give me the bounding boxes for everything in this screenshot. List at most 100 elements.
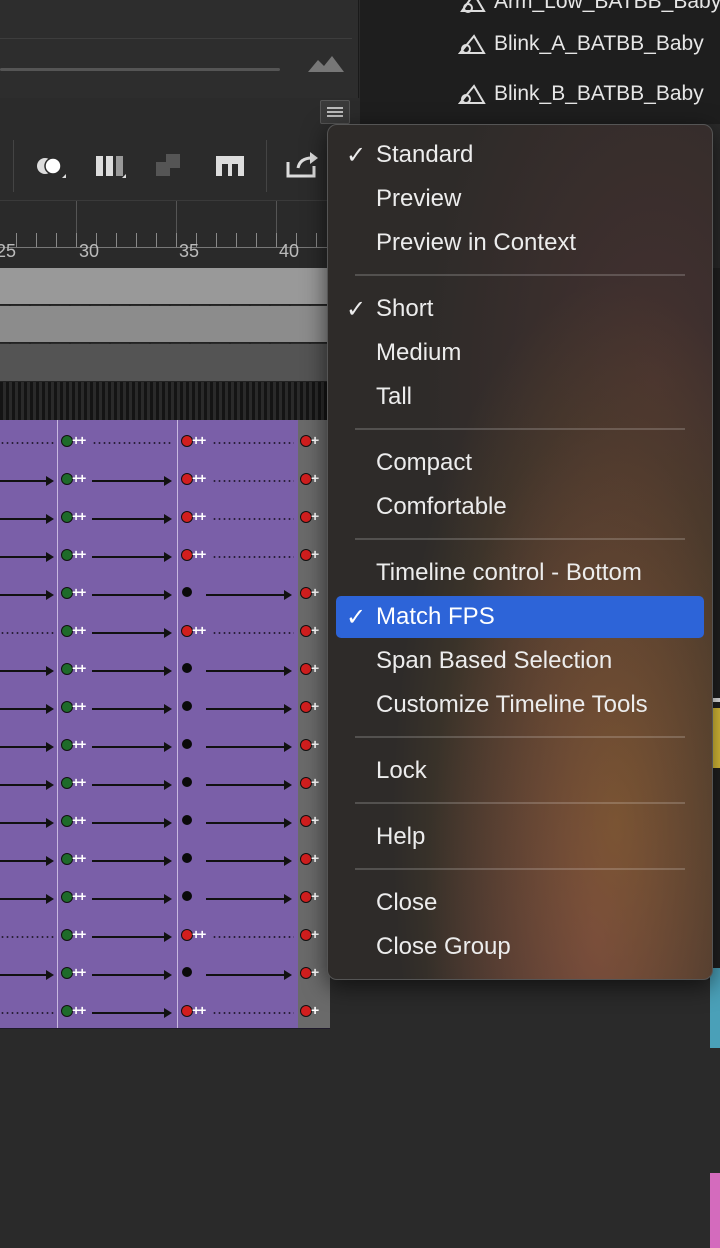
- menu-item-match-fps[interactable]: ✓ Match FPS: [336, 596, 704, 638]
- menu-item-customize-timeline-tools[interactable]: Customize Timeline Tools: [336, 684, 704, 726]
- timeline-track[interactable]: ++ +: [0, 838, 330, 877]
- frame-view-icon[interactable]: [92, 148, 128, 184]
- timeline-track[interactable]: ++ +: [0, 876, 330, 915]
- ruler-label: 40: [279, 241, 300, 261]
- onion-skin-icon[interactable]: [32, 148, 68, 184]
- tween-plus-icon: +: [311, 736, 319, 752]
- horizontal-scrollbar[interactable]: [0, 68, 280, 71]
- menu-item-label: Lock: [376, 757, 427, 784]
- menu-item-standard[interactable]: ✓ Standard: [336, 134, 704, 176]
- layer-item[interactable]: Blink_A_BATBB_Baby: [456, 28, 704, 60]
- keyframe-icon[interactable]: [182, 967, 192, 977]
- timeline-ruler[interactable]: 25 30 35 40: [0, 200, 330, 267]
- menu-item-span-based-selection[interactable]: Span Based Selection: [336, 640, 704, 682]
- tween-plus-icon: ++: [72, 546, 86, 562]
- timeline-track[interactable]: ++ ++ +: [0, 420, 330, 459]
- layer-label: Blink_A_BATBB_Baby: [494, 32, 704, 55]
- keyframe-icon[interactable]: [182, 739, 192, 749]
- menu-separator: [355, 736, 685, 738]
- keyframe-icon[interactable]: [182, 663, 192, 673]
- menu-item-label: Preview in Context: [376, 229, 577, 256]
- menu-item-preview[interactable]: Preview: [336, 178, 704, 220]
- timeline-track[interactable]: ++ ++ +: [0, 496, 330, 535]
- menu-item-short[interactable]: ✓ Short: [336, 288, 704, 330]
- menu-item-comfortable[interactable]: Comfortable: [336, 486, 704, 528]
- layer-label: Arm_Low_BATBB_Baby: [494, 0, 720, 13]
- folder-row[interactable]: [0, 268, 330, 305]
- timeline-track[interactable]: ++ +: [0, 762, 330, 801]
- timeline-track[interactable]: ++ +: [0, 800, 330, 839]
- menu-item-medium[interactable]: Medium: [336, 332, 704, 374]
- keyframe-icon[interactable]: [182, 701, 192, 711]
- tween-plus-icon: +: [311, 698, 319, 714]
- timeline-track[interactable]: ++ ++ +: [0, 610, 330, 649]
- layer-list: Arm_Low_BATBB_Baby Blink_A_BATBB_Baby Bl…: [360, 0, 720, 124]
- tween-plus-icon: ++: [192, 470, 206, 486]
- tween-plus-icon: ++: [72, 850, 86, 866]
- ruler-label: 25: [0, 241, 17, 261]
- panel-menu-button[interactable]: [320, 100, 350, 124]
- menu-item-label: Preview: [376, 185, 462, 212]
- tween-plus-icon: ++: [192, 546, 206, 562]
- export-icon[interactable]: [284, 148, 320, 184]
- tween-plus-icon: +: [311, 1002, 319, 1018]
- menu-item-preview-in-context[interactable]: Preview in Context: [336, 222, 704, 264]
- menu-item-label: Medium: [376, 339, 462, 366]
- folder-row[interactable]: [0, 306, 330, 343]
- keyframe-icon[interactable]: [182, 815, 192, 825]
- menu-item-label: Match FPS: [376, 603, 495, 630]
- ruler-label: 30: [79, 241, 100, 261]
- tween-plus-icon: +: [311, 508, 319, 524]
- tween-plus-icon: ++: [72, 584, 86, 600]
- menu-item-help[interactable]: Help: [336, 816, 704, 858]
- tween-plus-icon: +: [311, 888, 319, 904]
- layer-separator: [0, 382, 330, 420]
- menu-item-compact[interactable]: Compact: [336, 442, 704, 484]
- timeline-track[interactable]: ++ ++ +: [0, 914, 330, 953]
- tween-plus-icon: +: [311, 926, 319, 942]
- folder-row[interactable]: [0, 344, 330, 382]
- graphic-symbol-icon: [456, 33, 486, 55]
- tween-plus-icon: ++: [72, 964, 86, 980]
- timeline-track[interactable]: ++ ++ +: [0, 534, 330, 573]
- tween-plus-icon: ++: [72, 736, 86, 752]
- tween-plus-icon: ++: [192, 432, 206, 448]
- menu-item-tall[interactable]: Tall: [336, 376, 704, 418]
- keyframe-icon[interactable]: [182, 891, 192, 901]
- tween-plus-icon: ++: [72, 622, 86, 638]
- timeline-track[interactable]: ++ ++ +: [0, 458, 330, 497]
- paste-frames-icon[interactable]: [152, 148, 188, 184]
- keyframe-icon[interactable]: [182, 777, 192, 787]
- insert-frame-icon[interactable]: [212, 148, 248, 184]
- checkmark-icon: ✓: [345, 295, 367, 323]
- menu-item-timeline-control-bottom[interactable]: Timeline control - Bottom: [336, 552, 704, 594]
- menu-item-lock[interactable]: Lock: [336, 750, 704, 792]
- menu-item-close[interactable]: Close: [336, 882, 704, 924]
- menu-item-label: Span Based Selection: [376, 647, 613, 674]
- timeline-track[interactable]: ++ ++ +: [0, 990, 330, 1029]
- mountain-icon[interactable]: [308, 56, 344, 72]
- timeline-track[interactable]: ++ +: [0, 648, 330, 687]
- timeline-track[interactable]: ++ +: [0, 952, 330, 991]
- layer-item[interactable]: Arm_Low_BATBB_Baby: [456, 0, 720, 18]
- tween-plus-icon: ++: [192, 622, 206, 638]
- layer-label: Blink_B_BATBB_Baby: [494, 82, 704, 105]
- tween-plus-icon: ++: [72, 432, 86, 448]
- timeline-track[interactable]: ++ +: [0, 572, 330, 611]
- keyframe-icon[interactable]: [182, 853, 192, 863]
- tween-plus-icon: +: [311, 660, 319, 676]
- menu-separator: [355, 868, 685, 870]
- timeline-track[interactable]: ++ +: [0, 686, 330, 725]
- menu-separator: [355, 802, 685, 804]
- keyframe-icon[interactable]: [182, 587, 192, 597]
- toolbar-divider: [266, 140, 267, 192]
- stage-panel: [0, 0, 359, 98]
- menu-item-close-group[interactable]: Close Group: [336, 926, 704, 968]
- layer-item[interactable]: Blink_B_BATBB_Baby: [456, 78, 704, 110]
- checkmark-icon: ✓: [345, 603, 367, 631]
- tween-plus-icon: ++: [72, 1002, 86, 1018]
- timeline-track[interactable]: ++ +: [0, 724, 330, 763]
- menu-item-label: Short: [376, 295, 434, 322]
- graphic-symbol-icon: [456, 83, 486, 105]
- tween-plus-icon: ++: [72, 470, 86, 486]
